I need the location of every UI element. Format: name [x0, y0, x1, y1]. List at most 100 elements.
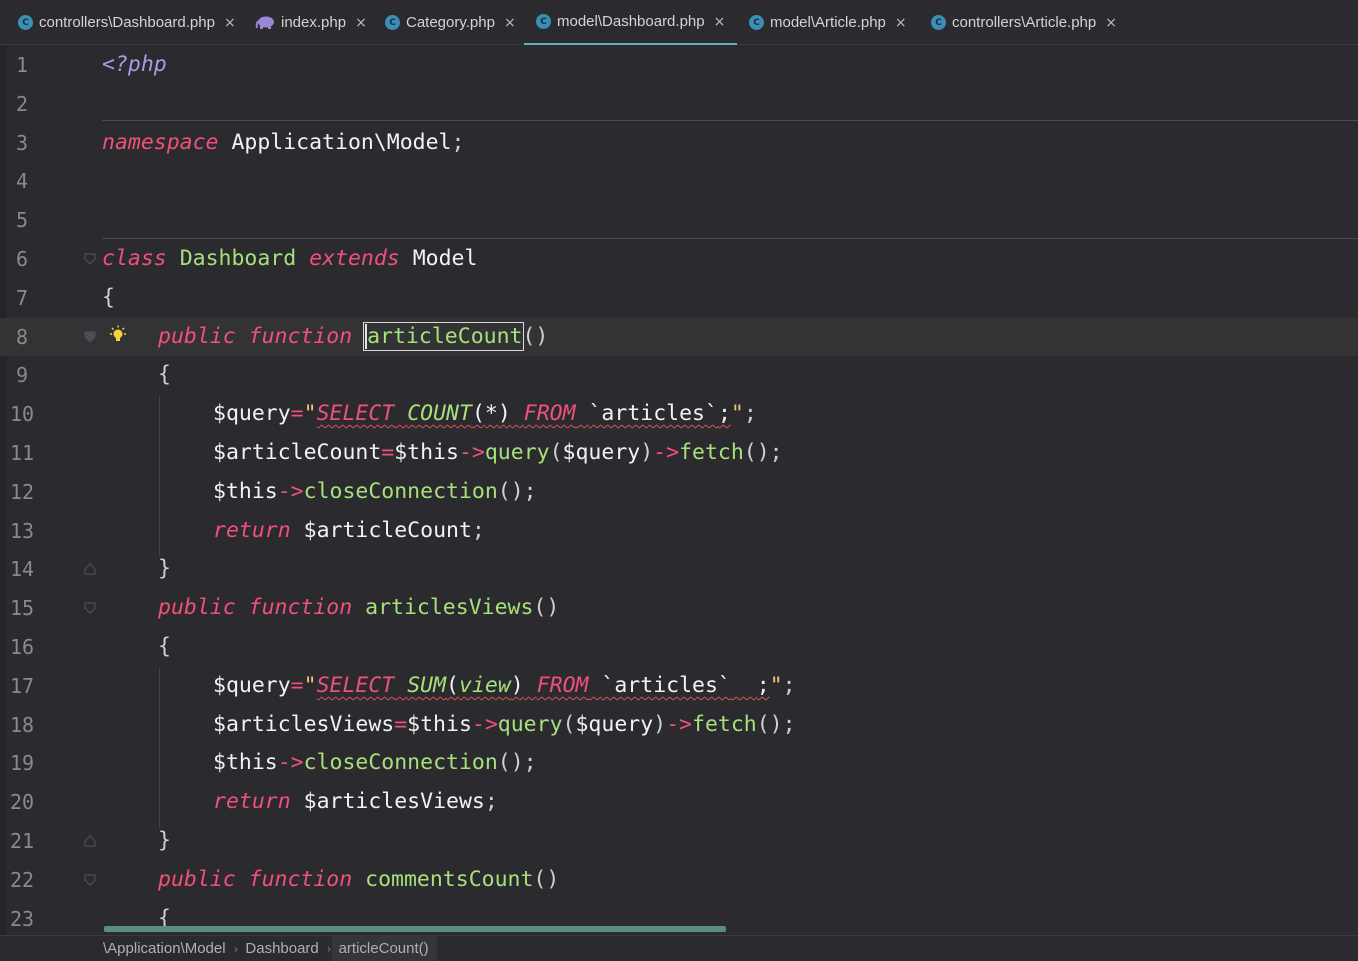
code-line: 21 } [0, 822, 1358, 861]
editor-tab-bar: C controllers\Dashboard.php × index.php … [0, 0, 1358, 45]
code-text[interactable]: public function articleCount() [158, 318, 548, 357]
code-line: 11 $articleCount=$this->query($query)->f… [0, 434, 1358, 473]
code-line: 4 [0, 162, 1358, 201]
code-text[interactable]: <?php [102, 46, 167, 85]
close-icon[interactable]: × [355, 15, 367, 31]
code-line: 17 $query="SELECT SUM(view) FROM `articl… [0, 667, 1358, 706]
code-text[interactable]: { [158, 356, 171, 395]
code-text[interactable]: $query="SELECT SUM(view) FROM `articles`… [213, 667, 796, 706]
line-number: 22 [9, 867, 35, 892]
line-number: 4 [15, 169, 29, 194]
code-line: 14 } [0, 550, 1358, 589]
close-icon[interactable]: × [895, 15, 907, 31]
tab-label: model\Dashboard.php [557, 13, 705, 30]
code-line: 1 <?php [0, 46, 1358, 85]
php-elephant-icon [255, 16, 274, 29]
horizontal-scrollbar[interactable] [104, 926, 726, 932]
tab-label: index.php [281, 14, 347, 31]
line-number: 9 [15, 363, 29, 388]
breadcrumb-item-method[interactable]: articleCount() [331, 936, 437, 961]
tab-category[interactable]: C Category.php × [385, 0, 516, 45]
code-line: 5 [0, 201, 1358, 240]
line-number: 5 [15, 208, 29, 233]
tab-label: controllers\Dashboard.php [39, 14, 215, 31]
line-number: 8 [15, 324, 29, 349]
code-line: 10 $query="SELECT COUNT(*) FROM `article… [0, 395, 1358, 434]
code-line: 18 $articlesViews=$this->query($query)->… [0, 706, 1358, 745]
code-text[interactable]: class Dashboard extends Model [102, 240, 477, 279]
code-line: 9 { [0, 356, 1358, 395]
line-number: 23 [9, 906, 35, 931]
fold-icon[interactable] [84, 874, 96, 886]
line-number: 3 [15, 130, 29, 155]
close-icon[interactable]: × [504, 15, 516, 31]
breadcrumb: \Application\Model › Dashboard › article… [96, 936, 437, 961]
code-line: 12 $this->closeConnection(); [0, 473, 1358, 512]
line-number: 14 [9, 557, 35, 582]
php-class-icon: C [931, 15, 946, 30]
line-number: 18 [9, 712, 35, 737]
line-number: 12 [9, 479, 35, 504]
code-line: 13 return $articleCount; [0, 512, 1358, 551]
php-class-icon: C [385, 15, 400, 30]
fold-end-icon[interactable] [84, 835, 96, 847]
code-editor[interactable]: 1 <?php 2 3 namespace Application\Model;… [0, 46, 1358, 935]
code-text[interactable]: $articleCount=$this->query($query)->fetc… [213, 434, 783, 473]
tab-index[interactable]: index.php × [255, 0, 367, 45]
close-icon[interactable]: × [714, 14, 726, 30]
code-text[interactable]: $query="SELECT COUNT(*) FROM `articles`;… [213, 395, 757, 434]
tab-label: Category.php [406, 14, 495, 31]
fold-end-icon[interactable] [84, 563, 96, 575]
tab-controllers-dashboard[interactable]: C controllers\Dashboard.php × [18, 0, 236, 45]
tab-model-article[interactable]: C model\Article.php × [749, 0, 907, 45]
breadcrumb-bar: \Application\Model › Dashboard › article… [0, 935, 1358, 961]
php-class-icon: C [749, 15, 764, 30]
lightbulb-icon[interactable] [108, 325, 128, 345]
line-number: 11 [9, 441, 35, 465]
code-line: 16 { [0, 628, 1358, 667]
fold-icon[interactable] [84, 330, 96, 343]
breadcrumb-item-class[interactable]: Dashboard [238, 936, 326, 961]
code-text[interactable]: } [158, 822, 171, 861]
code-text[interactable]: $this->closeConnection(); [213, 473, 537, 512]
code-text[interactable]: public function commentsCount() [158, 861, 559, 900]
breadcrumb-item-namespace[interactable]: \Application\Model [96, 936, 234, 961]
code-text[interactable]: namespace Application\Model; [102, 124, 464, 163]
line-number: 2 [15, 91, 29, 116]
code-text[interactable]: $articlesViews=$this->query($query)->fet… [213, 706, 796, 745]
line-number: 21 [9, 829, 35, 853]
close-icon[interactable]: × [1105, 15, 1117, 31]
tab-label: controllers\Article.php [952, 14, 1097, 31]
tab-model-dashboard[interactable]: C model\Dashboard.php × [524, 0, 738, 45]
code-line: 22 public function commentsCount() [0, 861, 1358, 900]
code-text[interactable]: $this->closeConnection(); [213, 744, 537, 783]
code-text[interactable]: { [102, 279, 115, 318]
line-number: 1 [15, 53, 29, 77]
tab-label: model\Article.php [770, 14, 886, 31]
line-number: 16 [9, 635, 35, 659]
line-number: 13 [9, 518, 35, 543]
code-line: 2 [0, 85, 1358, 124]
line-number: 15 [9, 596, 35, 621]
selected-identifier: articleCount [363, 321, 525, 351]
close-icon[interactable]: × [224, 15, 236, 31]
tab-controllers-article[interactable]: C controllers\Article.php × [931, 0, 1117, 45]
code-line: 6 class Dashboard extends Model [0, 240, 1358, 279]
line-number: 17 [9, 673, 35, 698]
fold-icon[interactable] [84, 602, 96, 615]
code-line: 7 { [0, 279, 1358, 318]
line-number: 10 [9, 402, 35, 427]
code-text[interactable]: public function articlesViews() [158, 589, 559, 628]
line-number: 19 [9, 751, 35, 776]
code-line-current: 8 public function articleCount() [0, 317, 1358, 357]
fold-icon[interactable] [84, 253, 96, 265]
code-text[interactable]: { [158, 628, 171, 667]
code-text[interactable]: return $articleCount; [213, 512, 485, 551]
code-line: 19 $this->closeConnection(); [0, 744, 1358, 783]
line-number: 7 [15, 285, 29, 310]
code-text[interactable]: } [158, 550, 171, 589]
code-text[interactable]: return $articlesViews; [213, 783, 498, 822]
php-class-icon: C [536, 14, 551, 29]
php-class-icon: C [18, 15, 33, 30]
line-number: 20 [9, 790, 35, 815]
